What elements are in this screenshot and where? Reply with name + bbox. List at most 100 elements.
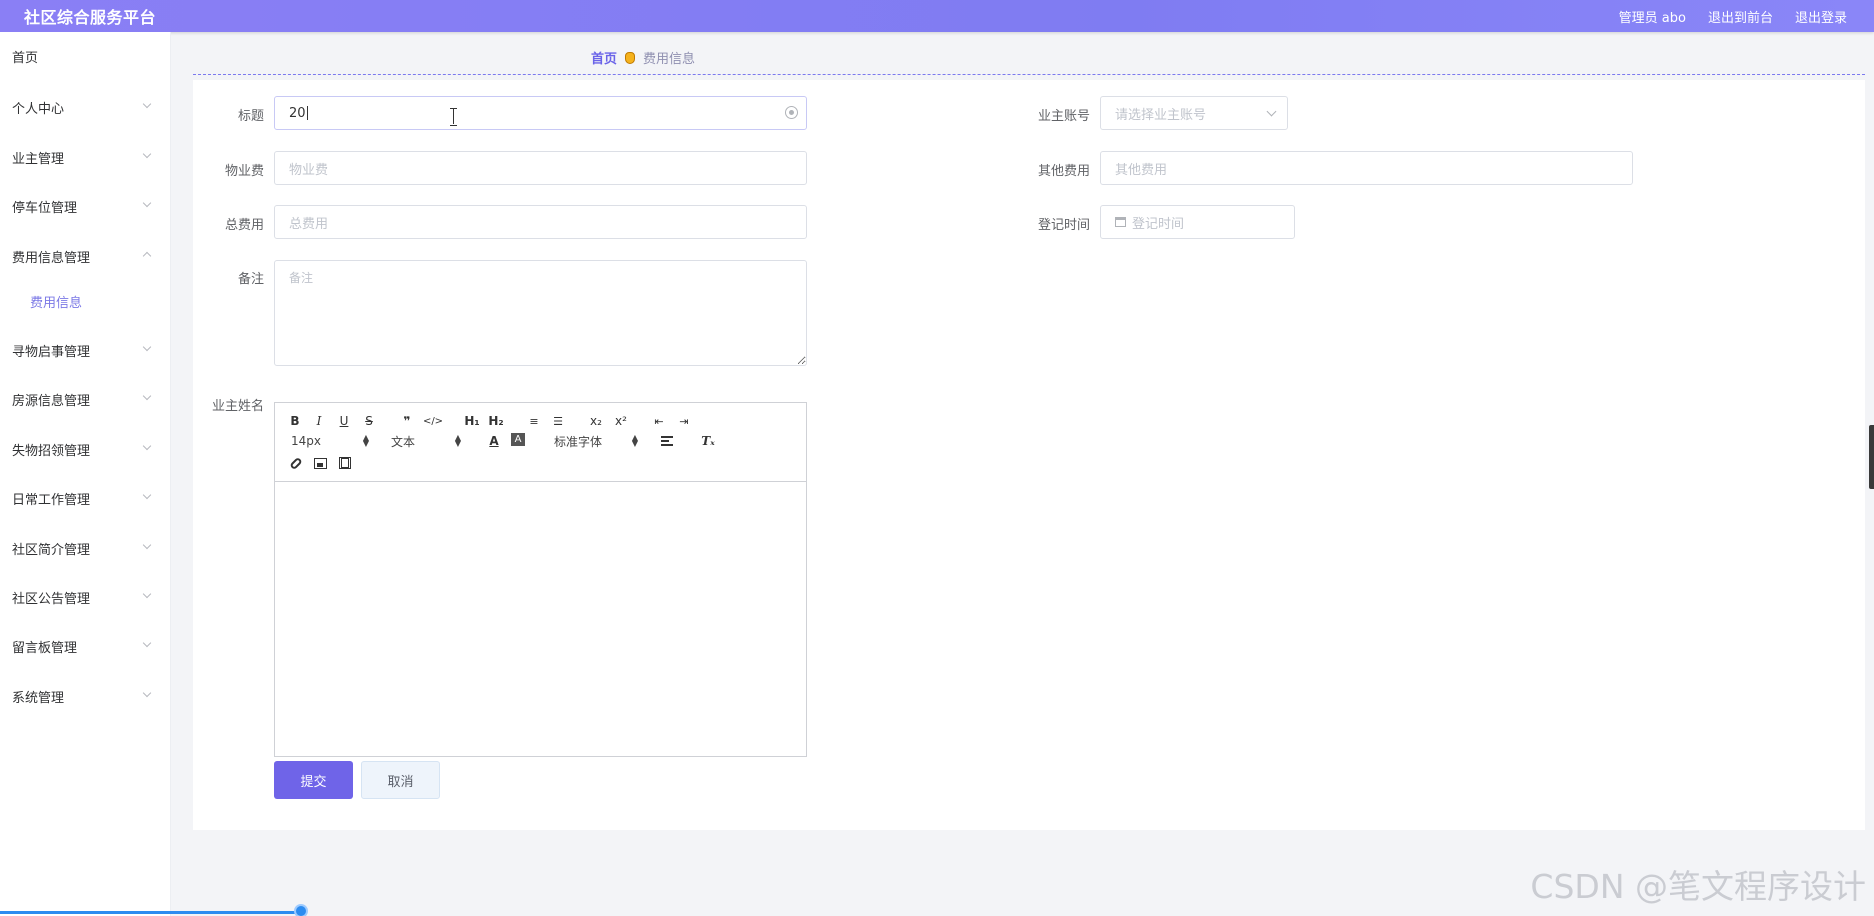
admin-user-label[interactable]: 管理员 abo bbox=[1619, 7, 1686, 26]
breadcrumb: 首页 费用信息 bbox=[591, 48, 695, 67]
chevron-down-icon bbox=[142, 441, 152, 451]
font-family-value: 标准字体 bbox=[554, 434, 603, 449]
sidebar-item-label: 停车位管理 bbox=[12, 200, 78, 216]
other-fee-input[interactable]: 其他费用 bbox=[1100, 151, 1633, 185]
chevron-down-icon bbox=[142, 490, 152, 500]
sidebar-item-housing-management[interactable]: 房源信息管理 bbox=[0, 379, 170, 419]
align-icon[interactable] bbox=[660, 433, 674, 449]
sidebar-item-label: 社区公告管理 bbox=[12, 591, 91, 607]
text-caret bbox=[306, 106, 308, 120]
chevron-down-icon bbox=[142, 99, 152, 109]
sidebar-subitem-fee-info[interactable]: 费用信息 bbox=[0, 283, 170, 319]
chevron-down-icon bbox=[142, 638, 152, 648]
title-input-value: 20 bbox=[289, 105, 306, 121]
sidebar-item-owner-management[interactable]: 业主管理 bbox=[0, 137, 170, 177]
sidebar-item-label: 费用信息管理 bbox=[12, 250, 91, 266]
total-fee-input[interactable]: 总费用 bbox=[274, 205, 807, 239]
chevron-down-icon bbox=[1266, 106, 1277, 117]
cancel-button[interactable]: 取消 bbox=[361, 761, 440, 799]
property-fee-label: 物业费 bbox=[224, 164, 264, 179]
clear-format-button[interactable]: Tₓ bbox=[700, 433, 716, 449]
notes-label: 备注 bbox=[237, 272, 264, 287]
font-size-value: 14px bbox=[291, 434, 321, 448]
code-block-button[interactable]: </> bbox=[423, 413, 443, 429]
sidebar-item-announcement-management[interactable]: 社区公告管理 bbox=[0, 577, 170, 617]
sidebar-item-message-board-management[interactable]: 留言板管理 bbox=[0, 626, 170, 666]
bold-button[interactable]: B bbox=[289, 413, 301, 429]
header-actions: 管理员 abo 退出到前台 退出登录 bbox=[1619, 7, 1847, 26]
sidebar-item-label: 留言板管理 bbox=[12, 640, 78, 656]
logout-link[interactable]: 退出登录 bbox=[1795, 7, 1847, 26]
sidebar-item-label: 寻物启事管理 bbox=[12, 344, 91, 360]
title-input[interactable]: 20 bbox=[274, 96, 807, 130]
rich-text-editor: B I U S ❞ </> H₁ H₂ ≡ ☰ x₂ x² ⇤ ⇥ 14px ▲… bbox=[274, 402, 807, 757]
select-arrows-icon: ▲ ▼ bbox=[631, 433, 638, 448]
chevron-down-icon bbox=[142, 391, 152, 401]
image-icon[interactable] bbox=[313, 455, 327, 471]
sidebar-item-parking-management[interactable]: 停车位管理 bbox=[0, 186, 170, 226]
underline-button[interactable]: U bbox=[338, 413, 350, 429]
indent-icon[interactable]: ⇥ bbox=[677, 413, 691, 429]
sidebar: 首页 个人中心 业主管理 停车位管理 费用信息管理 费用信息 寻物启事管理 房源… bbox=[0, 32, 171, 916]
outdent-icon[interactable]: ⇤ bbox=[652, 413, 666, 429]
property-fee-input[interactable]: 物业费 bbox=[274, 151, 807, 185]
sidebar-item-found-items-management[interactable]: 失物招领管理 bbox=[0, 429, 170, 469]
blockquote-button[interactable]: ❞ bbox=[400, 413, 414, 429]
register-time-label: 登记时间 bbox=[1037, 218, 1090, 233]
sidebar-item-fee-management[interactable]: 费用信息管理 bbox=[0, 236, 170, 276]
scrollbar-knob[interactable] bbox=[294, 904, 308, 916]
breadcrumb-divider bbox=[193, 74, 1865, 75]
font-color-icon[interactable]: A bbox=[487, 433, 501, 449]
chevron-down-icon bbox=[142, 342, 152, 352]
sidebar-item-community-intro-management[interactable]: 社区简介管理 bbox=[0, 528, 170, 568]
sidebar-item-home[interactable]: 首页 bbox=[0, 36, 170, 76]
select-arrows-icon: ▲ ▼ bbox=[454, 433, 461, 448]
link-icon[interactable] bbox=[289, 455, 303, 471]
strikethrough-button[interactable]: S bbox=[363, 413, 375, 429]
font-family-select[interactable]: 标准字体 ▲ ▼ bbox=[554, 433, 638, 449]
mouse-text-cursor-icon bbox=[450, 108, 458, 126]
bullet-list-icon[interactable]: ☰ bbox=[551, 413, 565, 429]
video-icon[interactable] bbox=[338, 455, 352, 471]
notes-textarea[interactable] bbox=[274, 260, 807, 366]
chevron-down-icon bbox=[142, 688, 152, 698]
owner-account-select[interactable]: 请选择业主账号 bbox=[1100, 96, 1288, 130]
sidebar-item-lost-notice-management[interactable]: 寻物启事管理 bbox=[0, 330, 170, 370]
editor-toolbar: B I U S ❞ </> H₁ H₂ ≡ ☰ x₂ x² ⇤ ⇥ 14px ▲… bbox=[275, 403, 806, 482]
owner-name-label: 业主姓名 bbox=[211, 399, 264, 414]
heading-2-button[interactable]: H₂ bbox=[487, 413, 505, 429]
sidebar-item-label: 系统管理 bbox=[12, 690, 65, 706]
text-style-select[interactable]: 文本 ▲ ▼ bbox=[391, 433, 461, 449]
select-arrows-icon: ▲ ▼ bbox=[362, 433, 369, 448]
side-scroll-handle[interactable] bbox=[1869, 425, 1874, 489]
sidebar-subitem-label: 费用信息 bbox=[30, 295, 83, 311]
other-fee-placeholder: 其他费用 bbox=[1115, 162, 1168, 178]
top-bar: 社区综合服务平台 管理员 abo 退出到前台 退出登录 bbox=[0, 0, 1874, 32]
background-color-icon[interactable]: A bbox=[511, 433, 525, 446]
sidebar-item-system-management[interactable]: 系统管理 bbox=[0, 676, 170, 716]
sidebar-item-daily-work-management[interactable]: 日常工作管理 bbox=[0, 478, 170, 518]
superscript-button[interactable]: x² bbox=[614, 413, 628, 429]
exit-to-front-link[interactable]: 退出到前台 bbox=[1708, 7, 1773, 26]
editor-content-area[interactable] bbox=[275, 482, 806, 757]
register-time-placeholder: 登记时间 bbox=[1132, 216, 1185, 232]
breadcrumb-home[interactable]: 首页 bbox=[591, 48, 617, 67]
app-title: 社区综合服务平台 bbox=[24, 8, 157, 27]
total-fee-placeholder: 总费用 bbox=[289, 216, 329, 232]
italic-button[interactable]: I bbox=[313, 413, 325, 429]
submit-button[interactable]: 提交 bbox=[274, 761, 353, 799]
chevron-up-icon bbox=[142, 251, 152, 261]
ordered-list-icon[interactable]: ≡ bbox=[527, 413, 541, 429]
subscript-button[interactable]: x₂ bbox=[589, 413, 603, 429]
hand-icon bbox=[624, 50, 636, 66]
horizontal-scrollbar[interactable] bbox=[0, 911, 302, 914]
sidebar-item-label: 首页 bbox=[12, 50, 39, 66]
heading-1-button[interactable]: H₁ bbox=[463, 413, 481, 429]
watermark: CSDN @笔文程序设计 bbox=[1530, 867, 1866, 906]
clear-icon[interactable] bbox=[785, 106, 798, 119]
font-size-select[interactable]: 14px ▲ ▼ bbox=[291, 433, 369, 449]
register-time-picker[interactable]: 登记时间 bbox=[1100, 205, 1295, 239]
chevron-down-icon bbox=[142, 589, 152, 599]
property-fee-placeholder: 物业费 bbox=[289, 162, 329, 178]
sidebar-item-personal-center[interactable]: 个人中心 bbox=[0, 87, 170, 127]
